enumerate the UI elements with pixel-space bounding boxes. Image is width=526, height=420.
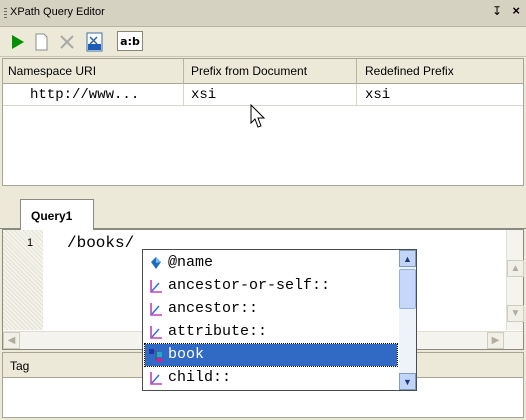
window-title: XPath Query Editor	[10, 6, 105, 18]
autocomplete-item-selected[interactable]: book	[144, 343, 398, 367]
tab-label: Query1	[31, 209, 73, 223]
scroll-down-icon[interactable]: ▼	[399, 373, 416, 390]
axis-icon	[148, 370, 164, 386]
column-header-namespace-uri[interactable]: Namespace URI	[8, 64, 96, 78]
cell-divider	[356, 84, 357, 106]
xml-icon[interactable]	[84, 31, 106, 53]
autocomplete-item[interactable]: child::	[145, 367, 397, 389]
attribute-icon	[148, 255, 164, 271]
element-icon	[148, 347, 164, 363]
autocomplete-item-label: book	[168, 346, 205, 363]
scroll-left-icon[interactable]: ◀	[3, 332, 20, 349]
autocomplete-item-label: child::	[168, 369, 232, 386]
redefined-prefix-cell[interactable]: xsi	[365, 87, 390, 103]
tab-query1[interactable]: Query1	[20, 199, 94, 230]
column-divider[interactable]	[183, 59, 184, 84]
scroll-up-icon[interactable]: ▲	[507, 260, 524, 277]
autocomplete-item-label: ancestor::	[168, 300, 259, 317]
column-header-redefined-prefix[interactable]: Redefined Prefix	[365, 64, 454, 78]
cell-divider	[183, 84, 184, 106]
axis-icon	[148, 278, 164, 294]
table-row[interactable]: http://www... xsi xsi	[3, 84, 523, 106]
close-icon[interactable]: ×	[512, 3, 520, 18]
run-icon[interactable]	[6, 31, 28, 53]
autocomplete-item[interactable]: @name	[145, 252, 397, 274]
autocomplete-scrollbar[interactable]: ▲ ▼	[399, 250, 416, 390]
grip-icon[interactable]	[4, 8, 7, 19]
axis-icon	[148, 301, 164, 317]
query-text[interactable]: /books/	[67, 234, 134, 252]
namespace-table-header: Namespace URI Prefix from Document Redef…	[3, 59, 523, 84]
scroll-up-icon[interactable]: ▲	[399, 250, 416, 267]
autocomplete-item[interactable]: ancestor::	[145, 298, 397, 320]
autocomplete-item[interactable]: attribute::	[145, 321, 397, 343]
column-divider[interactable]	[356, 59, 357, 84]
line-number-gutter	[3, 230, 43, 330]
scroll-right-icon[interactable]: ▶	[487, 332, 504, 349]
scroll-down-icon[interactable]: ▼	[507, 305, 524, 322]
line-number: 1	[27, 237, 34, 249]
editor-vertical-scrollbar[interactable]: ▲ ▼	[506, 230, 524, 330]
query-tab-strip: Query1	[0, 187, 526, 230]
autocomplete-item-label: ancestor-or-self::	[168, 277, 331, 294]
mouse-cursor-icon	[250, 103, 268, 133]
namespace-uri-cell[interactable]: http://www...	[30, 87, 139, 103]
pin-icon[interactable]: ↧	[492, 4, 502, 18]
axis-icon	[148, 324, 164, 340]
autocomplete-item[interactable]: ancestor-or-self::	[145, 275, 397, 297]
delete-icon[interactable]	[56, 31, 78, 53]
column-header-tag[interactable]: Tag	[10, 359, 29, 373]
toolbar: a:b	[0, 27, 526, 57]
autocomplete-popup[interactable]: @name ancestor-or-self:: ancestor:: attr…	[142, 249, 417, 391]
prefix-cell[interactable]: xsi	[191, 87, 216, 103]
autocomplete-item-label: @name	[168, 254, 214, 271]
autocomplete-list: @name ancestor-or-self:: ancestor:: attr…	[143, 250, 399, 390]
new-icon[interactable]	[30, 31, 52, 53]
title-bar: XPath Query Editor ↧ ×	[0, 0, 526, 27]
namespace-toggle-button[interactable]: a:b	[117, 31, 143, 51]
column-header-prefix-from-document[interactable]: Prefix from Document	[191, 64, 307, 78]
autocomplete-item-label: attribute::	[168, 323, 268, 340]
scrollbar-thumb[interactable]	[399, 269, 416, 309]
